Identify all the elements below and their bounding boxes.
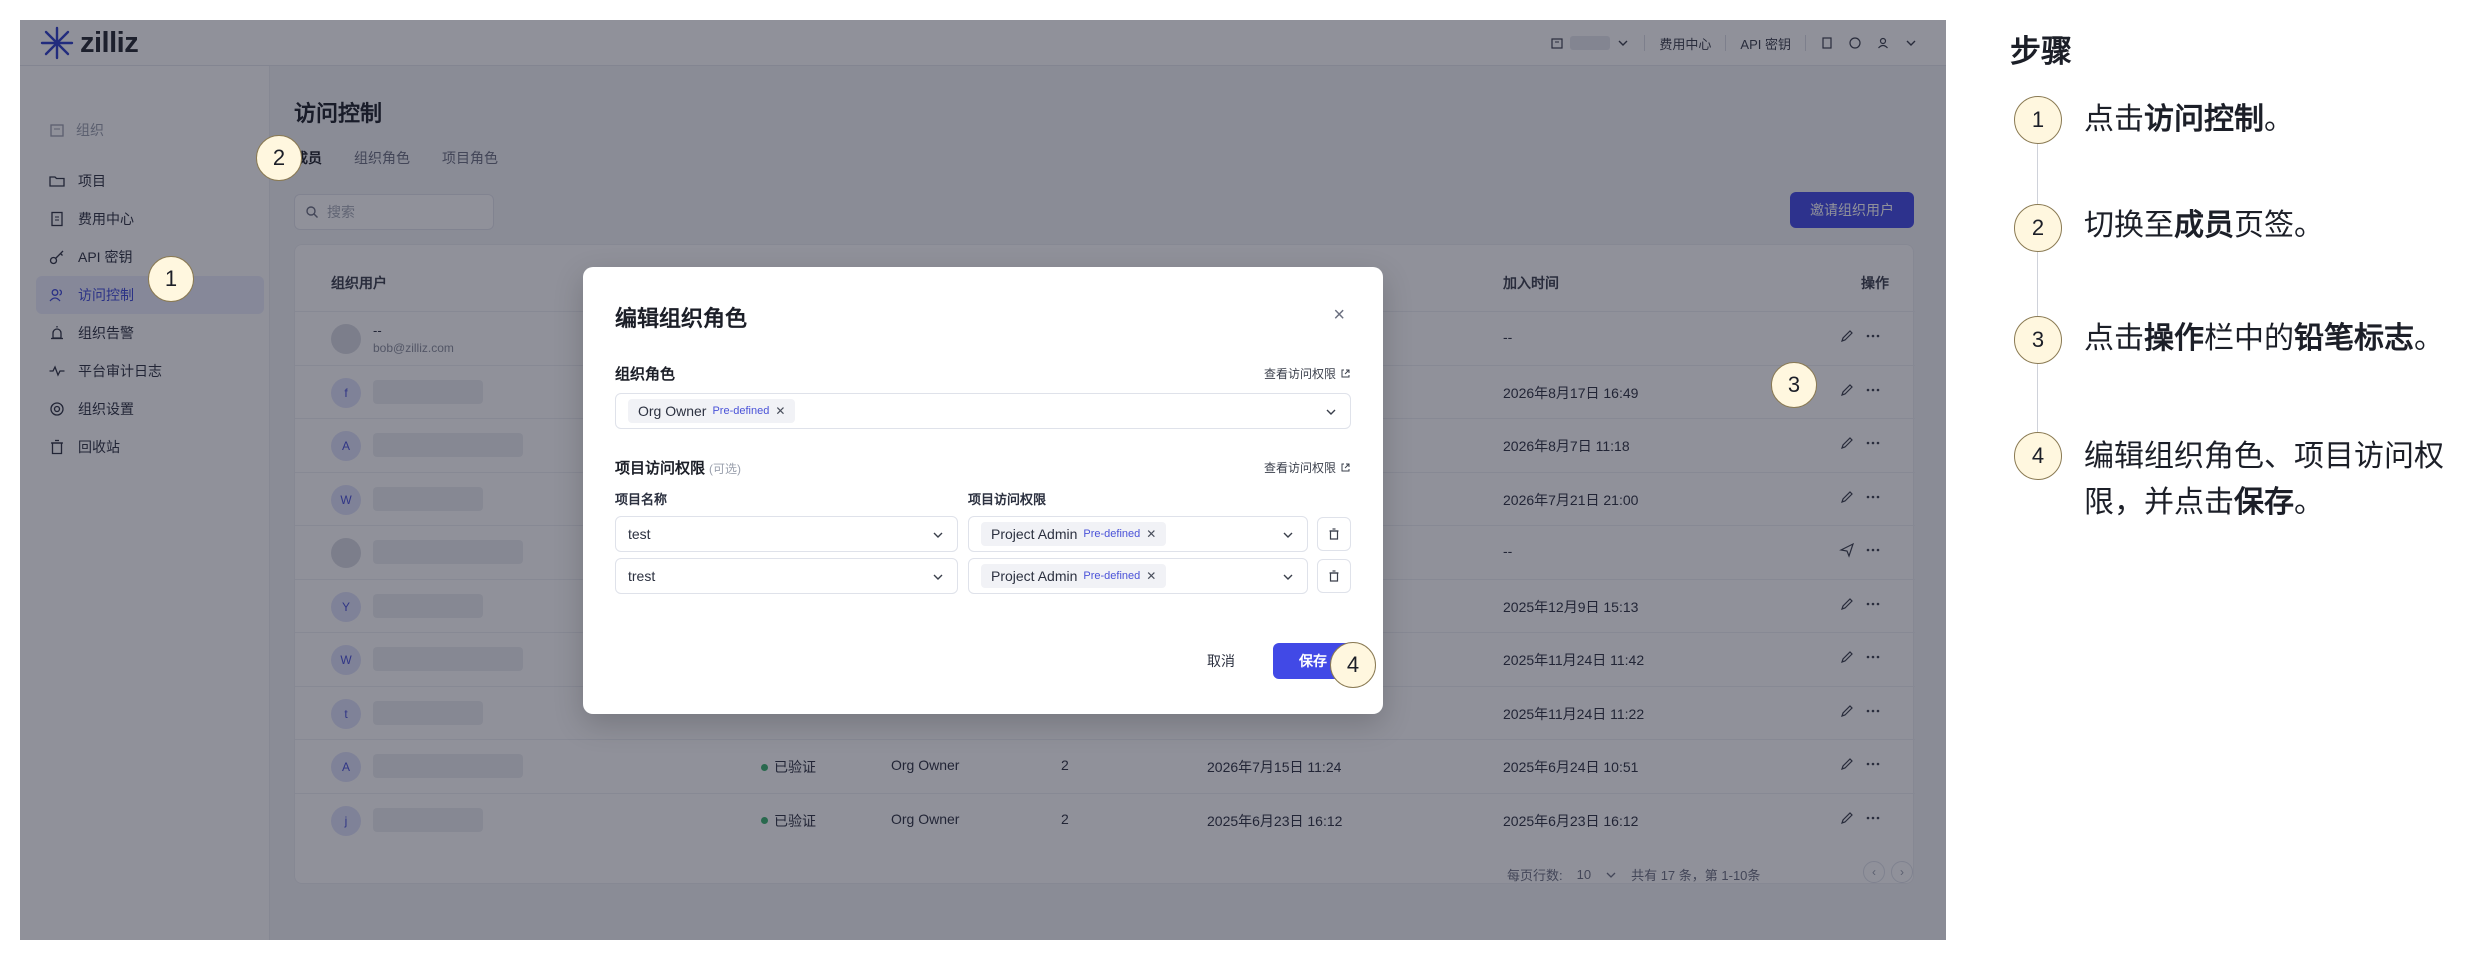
- project-name-select[interactable]: trest: [615, 558, 958, 594]
- step-text-bold: 操作: [2144, 322, 2204, 355]
- step-text-bold: 保存: [2234, 486, 2294, 519]
- step-number-1: 1: [2014, 96, 2062, 144]
- close-icon[interactable]: ×: [1333, 305, 1345, 325]
- step-text-part: 页签。: [2234, 209, 2324, 242]
- project-access-label: 项目访问权限 (可选): [615, 457, 741, 478]
- step-text-part: 。: [2264, 103, 2294, 136]
- step-number-2: 2: [2014, 204, 2062, 252]
- trash-icon: [1329, 528, 1339, 540]
- optional-hint: (可选): [709, 462, 742, 476]
- org-role-select[interactable]: Org Owner Pre-defined ✕: [615, 393, 1351, 429]
- view-permissions-link[interactable]: 查看访问权限: [1264, 365, 1351, 382]
- delete-project-row-button[interactable]: [1317, 517, 1351, 551]
- chip-label: Project Admin: [991, 568, 1078, 584]
- step-text-part: 点击: [2084, 322, 2144, 355]
- project-name-select[interactable]: test: [615, 516, 958, 552]
- step-text-3: 点击操作栏中的铅笔标志。: [2084, 316, 2474, 362]
- external-link-icon: [1341, 369, 1350, 378]
- step-text-1: 点击访问控制。: [2084, 97, 2464, 143]
- delete-project-row-button[interactable]: [1317, 559, 1351, 593]
- view-permissions-link[interactable]: 查看访问权限: [1264, 459, 1351, 476]
- chevron-down-icon: [1283, 532, 1293, 538]
- project-role-chip: Project Admin Pre-defined ✕: [981, 522, 1167, 546]
- predefined-badge: Pre-defined: [712, 405, 770, 417]
- chevron-down-icon: [933, 532, 943, 538]
- predefined-badge: Pre-defined: [1083, 528, 1141, 540]
- step-text-part: 点击: [2084, 103, 2144, 136]
- chip-label: Project Admin: [991, 526, 1078, 542]
- predefined-badge: Pre-defined: [1083, 570, 1141, 582]
- step-text-4: 编辑组织角色、项目访问权限，并点击保存。: [2084, 434, 2460, 526]
- cancel-button[interactable]: 取消: [1207, 651, 1235, 671]
- remove-chip-icon[interactable]: ✕: [775, 404, 785, 418]
- project-permission-label: 项目访问权限: [968, 492, 1047, 507]
- step-marker-1: 1: [148, 256, 194, 302]
- view-permissions-text: 查看访问权限: [1263, 367, 1336, 381]
- chevron-down-icon: [1326, 409, 1336, 415]
- chevron-down-icon: [933, 574, 943, 580]
- project-name-label: 项目名称: [615, 492, 668, 507]
- org-role-chip: Org Owner Pre-defined ✕: [628, 399, 796, 423]
- step-text-bold: 铅笔标志: [2294, 322, 2414, 355]
- trash-icon: [1329, 570, 1339, 582]
- step-text-bold: 访问控制: [2144, 103, 2264, 136]
- project-name-value: test: [628, 526, 651, 542]
- step-marker-2: 2: [256, 135, 302, 181]
- dialog-title: 编辑组织角色: [615, 306, 748, 331]
- step-marker-3: 3: [1771, 362, 1817, 408]
- step-text-part: 。: [2414, 322, 2444, 355]
- external-link-icon: [1341, 463, 1350, 472]
- step-marker-4: 4: [1330, 642, 1376, 688]
- edit-org-role-dialog: 编辑组织角色 × 组织角色 查看访问权限 Org Owner Pre-defin…: [583, 267, 1383, 714]
- steps-title: 步骤: [2010, 34, 2072, 69]
- org-role-label: 组织角色: [615, 366, 676, 383]
- step-number-4: 4: [2014, 432, 2062, 480]
- project-role-select[interactable]: Project Admin Pre-defined ✕: [968, 558, 1308, 594]
- step-text-part: 。: [2294, 486, 2324, 519]
- step-number-3: 3: [2014, 316, 2062, 364]
- step-text-part: 切换至: [2084, 209, 2174, 242]
- project-access-label-text: 项目访问权限: [615, 460, 706, 477]
- remove-chip-icon[interactable]: ✕: [1146, 527, 1156, 541]
- project-role-chip: Project Admin Pre-defined ✕: [981, 564, 1167, 588]
- view-permissions-text: 查看访问权限: [1263, 461, 1336, 475]
- remove-chip-icon[interactable]: ✕: [1146, 569, 1156, 583]
- project-name-value: trest: [628, 568, 656, 584]
- step-text-2: 切换至成员页签。: [2084, 203, 2464, 249]
- chevron-down-icon: [1283, 574, 1293, 580]
- chip-label: Org Owner: [638, 403, 707, 419]
- step-text-part: 栏中的: [2204, 322, 2294, 355]
- project-role-select[interactable]: Project Admin Pre-defined ✕: [968, 516, 1308, 552]
- app-screenshot: zilliz 费用中心 API 密钥 组织 项目 费用中心 API 密钥 访问控…: [20, 20, 1946, 940]
- step-text-bold: 成员: [2174, 209, 2234, 242]
- steps-panel: 步骤 1 点击访问控制。 2 切换至成员页签。 3 点击操作栏中的铅笔标志。 4…: [2010, 20, 2460, 940]
